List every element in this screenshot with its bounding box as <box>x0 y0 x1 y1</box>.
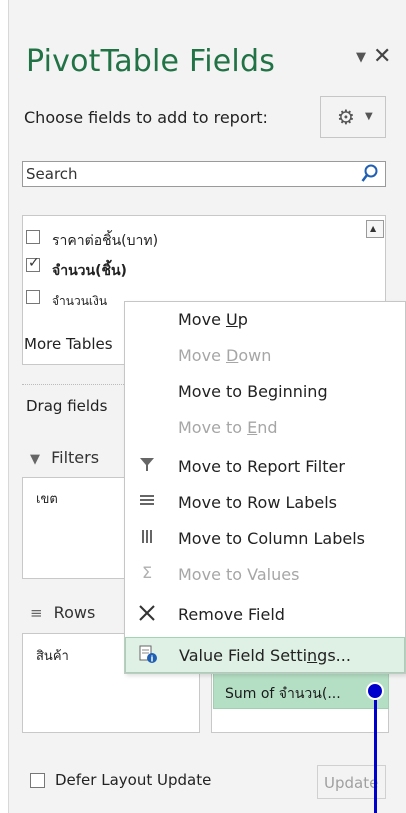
columns-icon <box>135 527 159 551</box>
close-icon[interactable]: ✕ <box>373 44 391 69</box>
menu-item-label: Move to Column Labels <box>178 529 365 548</box>
value-field-chip-label: Sum of จำนวน(... <box>225 686 341 702</box>
menu-item-move-to-end[interactable]: Move to End <box>125 410 405 446</box>
menu-item-value-field-settings[interactable]: i Value Field Settings... <box>125 637 405 673</box>
drag-fields-label: Drag fields <box>26 397 108 415</box>
field-label[interactable]: ราคาต่อชิ้น(บาท) <box>52 230 158 252</box>
filters-area-label: ▼ Filters <box>30 448 100 467</box>
annotation-pointer-dot <box>366 682 384 700</box>
choose-fields-label: Choose fields to add to report: <box>24 108 268 127</box>
menu-item-label: Value Field Settings... <box>179 646 351 665</box>
chevron-down-icon: ▼ <box>365 111 373 122</box>
check-icon: ✓ <box>28 255 40 271</box>
search-placeholder: Search <box>26 165 78 183</box>
field-checkbox[interactable]: ✓ <box>26 255 40 272</box>
field-label[interactable]: จำนวนเงิน <box>52 292 107 311</box>
menu-item-move-to-values[interactable]: Σ Move to Values <box>125 557 405 593</box>
scroll-up-icon: ▲ <box>370 224 377 233</box>
menu-item-move-to-beginning[interactable]: Move to Beginning <box>125 374 405 410</box>
pane-title: PivotTable Fields <box>26 44 276 79</box>
value-settings-icon: i <box>136 644 160 668</box>
field-label[interactable]: จำนวน(ชิ้น) <box>52 260 127 282</box>
menu-item-label: Move to End <box>178 418 278 437</box>
filter-icon <box>135 455 159 479</box>
menu-item-label: Move to Row Labels <box>178 493 337 512</box>
search-input[interactable]: Search <box>22 161 386 187</box>
menu-item-move-to-report-filter[interactable]: Move to Report Filter <box>125 449 405 485</box>
row-field-chip[interactable]: สินค้า <box>36 645 69 666</box>
gear-icon: ⚙ <box>337 105 355 129</box>
remove-icon <box>135 603 159 627</box>
svg-text:i: i <box>151 655 154 664</box>
menu-item-label: Move to Beginning <box>178 382 328 401</box>
rows-icon <box>135 491 159 515</box>
value-field-chip[interactable]: Sum of จำนวน(... <box>213 673 389 709</box>
filter-icon: ▼ <box>30 452 40 467</box>
field-checkbox[interactable] <box>26 290 40 304</box>
menu-item-move-to-row-labels[interactable]: Move to Row Labels <box>125 485 405 521</box>
menu-item-move-down[interactable]: Move Down <box>125 338 405 374</box>
menu-item-label: Remove Field <box>178 605 285 624</box>
rows-icon: ≡ <box>30 604 43 622</box>
menu-item-label: Move to Values <box>178 565 300 584</box>
search-icon[interactable] <box>361 164 379 188</box>
menu-item-label: Move Down <box>178 346 272 365</box>
menu-item-move-to-column-labels[interactable]: Move to Column Labels <box>125 521 405 557</box>
defer-layout-label[interactable]: Defer Layout Update <box>55 771 211 789</box>
field-checkbox[interactable] <box>26 230 40 244</box>
scroll-up-button[interactable]: ▲ <box>366 220 384 238</box>
menu-item-move-up[interactable]: Move Up <box>125 302 405 338</box>
defer-layout-checkbox[interactable] <box>30 773 45 788</box>
context-menu: Move Up Move Down Move to Beginning Move… <box>124 301 406 674</box>
pane-options-dropdown[interactable]: ▼ <box>356 50 366 65</box>
menu-item-label: Move Up <box>178 310 248 329</box>
settings-dropdown-button[interactable]: ⚙ ▼ <box>320 96 386 138</box>
annotation-pointer-line <box>374 691 377 813</box>
sigma-icon: Σ <box>141 563 153 582</box>
menu-item-remove-field[interactable]: Remove Field <box>125 597 405 633</box>
filter-field-chip[interactable]: เขต <box>36 488 58 509</box>
rows-area-label: ≡ Rows <box>30 603 96 622</box>
menu-item-label: Move to Report Filter <box>178 457 345 476</box>
more-tables-link[interactable]: More Tables <box>24 335 113 353</box>
update-button-label: Update <box>324 774 379 792</box>
